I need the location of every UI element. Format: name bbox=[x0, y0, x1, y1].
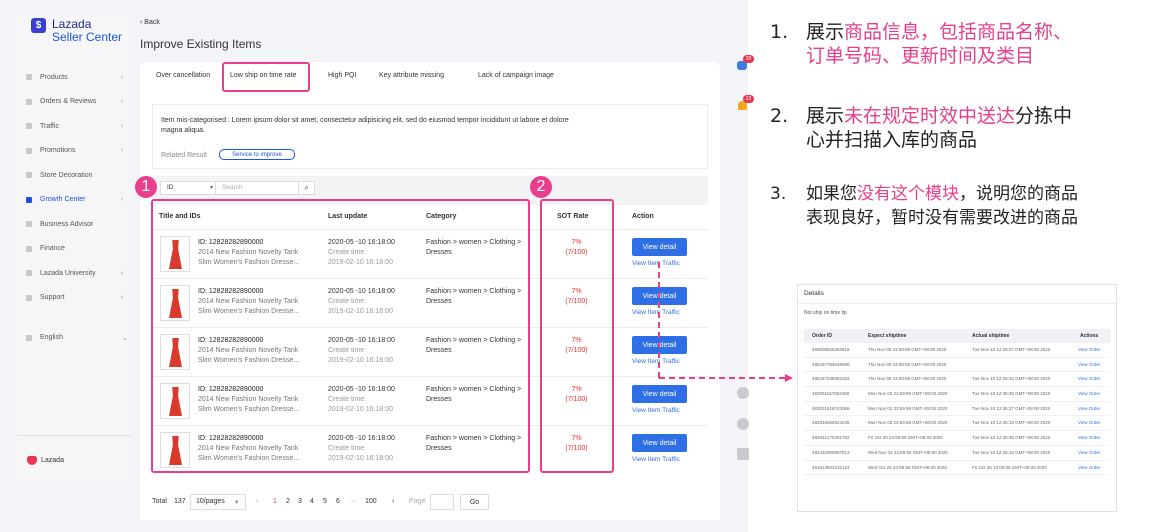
order-id: 482815566924248 bbox=[812, 420, 850, 426]
annotation-num: 1. bbox=[770, 21, 789, 43]
annotation-num: 3. bbox=[770, 184, 787, 204]
details-row: 486609526453618 Thu Nov 05 23:59:59 GMT+0… bbox=[804, 343, 1110, 358]
annotation-3: 3. 如果您没有这个模块，说明您的商品 表现良好，暂时没有需要改进的商品 bbox=[770, 182, 1078, 230]
annotation-highlight: 没有这个模块 bbox=[857, 184, 959, 204]
details-title: Details bbox=[804, 290, 824, 297]
annotation-highlight: 订单号码、更新时间及类目 bbox=[806, 45, 1035, 67]
annotation-text: 心并扫描入库的商品 bbox=[806, 129, 978, 151]
details-panel: Details Not ship on time tip Order ID Ex… bbox=[797, 284, 1117, 512]
actual-shiptime: Tue Nov 10 12:35:18 GMT+08:00 2020 bbox=[972, 420, 1051, 426]
actual-shiptime: Tue Nov 10 12:36:36 GMT+08:00 2020 bbox=[972, 391, 1051, 397]
view-order-link[interactable]: View Order bbox=[1078, 465, 1100, 470]
view-order-link[interactable]: View Order bbox=[1078, 362, 1100, 367]
expect-shiptime: Mon Nov 02 23:59:59 GMT+08:00 2020 bbox=[868, 405, 948, 411]
details-col-expect: Expect shiptime bbox=[868, 333, 907, 339]
annotation-highlight: 商品信息，包括商品名称、 bbox=[844, 21, 1073, 43]
expect-shiptime: Mon Nov 02 23:59:59 GMT+08:00 2020 bbox=[868, 391, 948, 397]
actual-shiptime: Tue Nov 10 12:35:35 GMT+08:00 2020 bbox=[972, 435, 1051, 441]
order-id: 482642179391782 bbox=[812, 435, 850, 441]
actual-shiptime: Tue Nov 10 12:26:34 GMT+08:00 2020 bbox=[972, 376, 1051, 382]
expect-shiptime: Thu Nov 05 23:59:59 GMT+08:00 2020 bbox=[868, 376, 947, 382]
expect-shiptime: Wed Oct 28 23:59:59 GMT+08:00 2020 bbox=[868, 464, 947, 470]
details-row: 485437766045680 Thu Nov 05 23:59:59 GMT+0… bbox=[804, 358, 1110, 373]
view-order-link[interactable]: View Order bbox=[1078, 391, 1100, 396]
view-order-link[interactable]: View Order bbox=[1078, 376, 1100, 381]
details-row: 481613504232124 Wed Oct 28 23:59:59 GMT+0… bbox=[804, 461, 1110, 476]
annotation-1: 1. 展示商品信息，包括商品名称、 订单号码、更新时间及类目 bbox=[770, 20, 1072, 68]
details-table: Order ID Expect shiptime Actual shiptime… bbox=[804, 329, 1110, 476]
order-id: 481613504232124 bbox=[812, 464, 850, 470]
order-id: 486609526453618 bbox=[812, 347, 850, 352]
view-order-link[interactable]: View Order bbox=[1078, 450, 1100, 455]
details-row: 483091157853480 Mon Nov 02 23:59:59 GMT+0… bbox=[804, 387, 1110, 402]
view-order-link[interactable]: View Order bbox=[1078, 406, 1100, 411]
annotation-highlight: 未在规定时效中送达 bbox=[844, 105, 1016, 127]
details-row: 482642179391782 Fri Oct 30 23:59:59 GMT+0… bbox=[804, 431, 1110, 446]
details-col-actions: Actions bbox=[1080, 333, 1099, 339]
details-row: 482432909587913 Wed Nov 04 23:59:59 GMT+0… bbox=[804, 446, 1110, 461]
details-row: 483021518743066 Mon Nov 02 23:59:59 GMT+0… bbox=[804, 402, 1110, 417]
details-header-row: Order ID Expect shiptime Actual shiptime… bbox=[804, 329, 1110, 343]
annotation-text: 表现良好，暂时没有需要改进的商品 bbox=[806, 208, 1078, 228]
expect-shiptime: Wed Nov 04 23:59:59 GMT+08:00 2020 bbox=[868, 449, 948, 455]
details-col-order: Order ID bbox=[812, 333, 833, 339]
details-row: 482815566924248 Mon Nov 02 23:59:59 GMT+0… bbox=[804, 416, 1110, 432]
actual-shiptime: Fri Oct 30 13:00:06 GMT+08:00 2020 bbox=[972, 464, 1047, 470]
details-col-actual: Actual shiptime bbox=[972, 333, 1010, 339]
view-order-link[interactable]: View Order bbox=[1078, 347, 1100, 352]
order-id: 485437538083262 bbox=[812, 376, 850, 382]
annotation-2: 2. 展示未在规定时效中送达分拣中 心并扫描入库的商品 bbox=[770, 104, 1072, 152]
view-order-link[interactable]: View Order bbox=[1078, 420, 1100, 425]
order-id: 482432909587913 bbox=[812, 449, 850, 455]
expect-shiptime: Thu Nov 05 23:59:59 GMT+08:00 2020 bbox=[868, 361, 947, 367]
details-row: 485437538083262 Thu Nov 05 23:59:59 GMT+0… bbox=[804, 372, 1110, 388]
annotation-text: 分拣中 bbox=[1015, 105, 1073, 127]
actual-shiptime: Tue Nov 10 12:36:37 GMT+08:00 2020 bbox=[972, 405, 1051, 411]
order-id: 483021518743066 bbox=[812, 405, 850, 411]
annotation-text: ，说明您的商品 bbox=[959, 184, 1078, 204]
expect-shiptime: Mon Nov 02 23:59:59 GMT+08:00 2020 bbox=[868, 420, 948, 426]
annotation-num: 2. bbox=[770, 105, 789, 127]
view-order-link[interactable]: View Order bbox=[1078, 435, 1100, 440]
actual-shiptime: Tue Nov 10 12:28:37 GMT+08:00 2020 bbox=[972, 347, 1051, 352]
expect-shiptime: Fri Oct 30 23:59:59 GMT+08:00 2020 bbox=[868, 435, 943, 441]
annotation-text: 展示 bbox=[806, 21, 845, 43]
annotation-text: 如果您 bbox=[806, 184, 857, 204]
annotation-text: 展示 bbox=[806, 105, 845, 127]
details-subtitle: Not ship on time tip bbox=[804, 310, 847, 316]
order-id: 483091157853480 bbox=[812, 391, 850, 397]
expect-shiptime: Thu Nov 05 23:59:59 GMT+08:00 2020 bbox=[868, 347, 947, 352]
actual-shiptime: Tue Nov 10 12:26:16 GMT+08:00 2020 bbox=[972, 449, 1051, 455]
order-id: 485437766045680 bbox=[812, 361, 850, 367]
